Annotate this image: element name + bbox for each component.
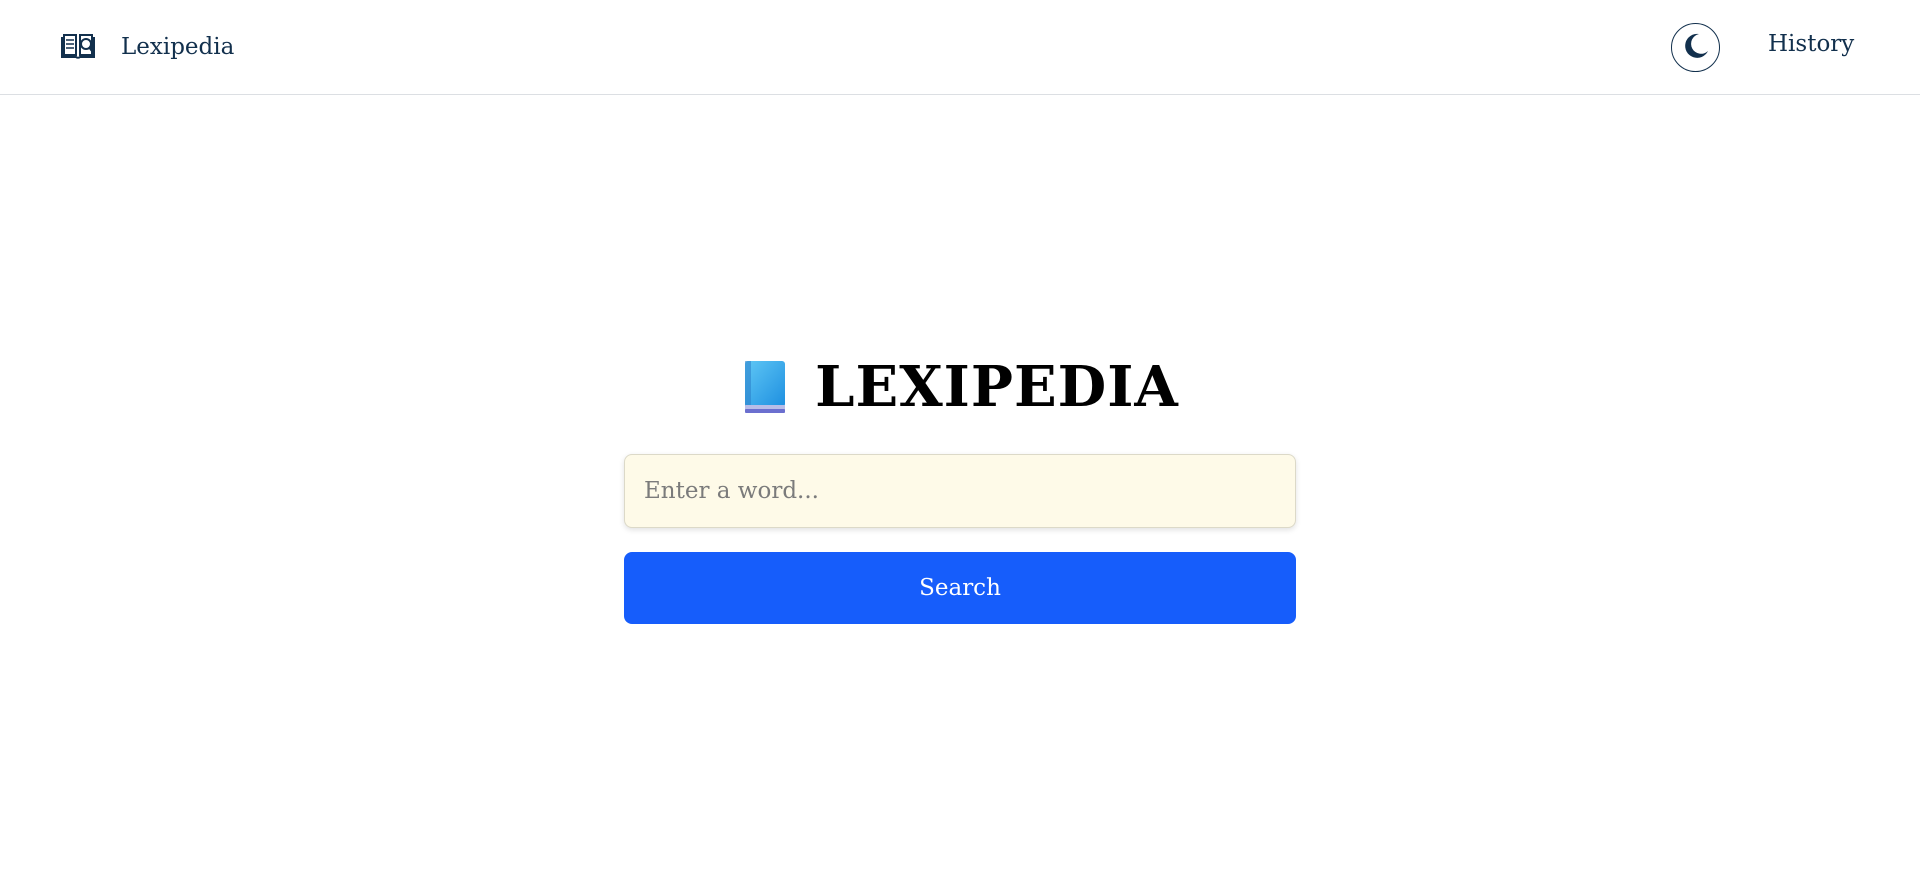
brand-link[interactable]: Lexipedia bbox=[60, 30, 234, 64]
moon-icon bbox=[1681, 31, 1711, 64]
blue-book-icon bbox=[741, 359, 787, 415]
brand-label: Lexipedia bbox=[121, 34, 235, 60]
theme-toggle-button[interactable] bbox=[1671, 23, 1720, 72]
search-button[interactable]: Search bbox=[624, 552, 1296, 624]
hero-title: LEXIPEDIA bbox=[0, 352, 1920, 422]
navbar: Lexipedia History bbox=[0, 0, 1920, 95]
open-book-magnifier-icon bbox=[60, 33, 96, 61]
hero-heading: LEXIPEDIA bbox=[815, 354, 1179, 420]
word-search-input[interactable] bbox=[624, 454, 1296, 528]
history-link[interactable]: History bbox=[1768, 31, 1854, 57]
